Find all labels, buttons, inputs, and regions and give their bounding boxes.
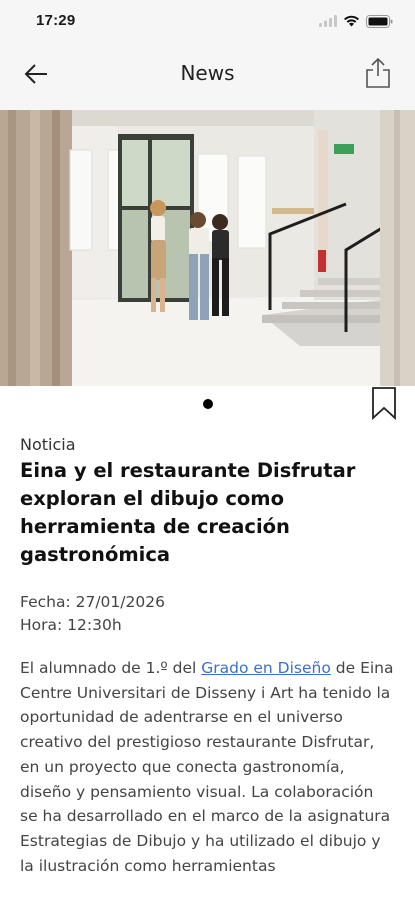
share-icon — [366, 57, 390, 88]
article-time: Hora: 12:30h — [20, 616, 122, 634]
degree-link[interactable]: Grado en Diseño — [201, 659, 331, 677]
hero-image[interactable] — [0, 110, 415, 386]
status-bar: 17:29 — [0, 0, 415, 44]
page-title: News — [180, 61, 235, 85]
status-icons — [319, 13, 393, 29]
share-button[interactable] — [361, 54, 395, 92]
article-category: Noticia — [20, 435, 76, 454]
article-meta: Fecha: 27/01/2026 Hora: 12:30h — [20, 591, 165, 637]
status-time: 17:29 — [36, 12, 76, 29]
article-title: Eina y el restaurante Disfrutar exploran… — [20, 459, 356, 566]
nav-bar: News — [0, 44, 415, 110]
article-body-suffix: de Eina Centre Universitari de Disseny i… — [20, 659, 394, 875]
wifi-icon — [344, 15, 359, 27]
article-date: Fecha: 27/01/2026 — [20, 593, 165, 611]
signal-icon — [319, 15, 337, 27]
article-body: El alumnado de 1.º del Grado en Diseño d… — [20, 656, 395, 878]
bookmark-button[interactable] — [371, 386, 397, 421]
battery-icon — [366, 14, 393, 28]
image-pager[interactable] — [0, 396, 415, 412]
article-body-prefix: El alumnado de 1.º del — [20, 659, 202, 677]
hero-photo — [0, 110, 415, 386]
bookmark-icon — [372, 387, 396, 421]
pager-dot-active[interactable] — [203, 399, 213, 409]
